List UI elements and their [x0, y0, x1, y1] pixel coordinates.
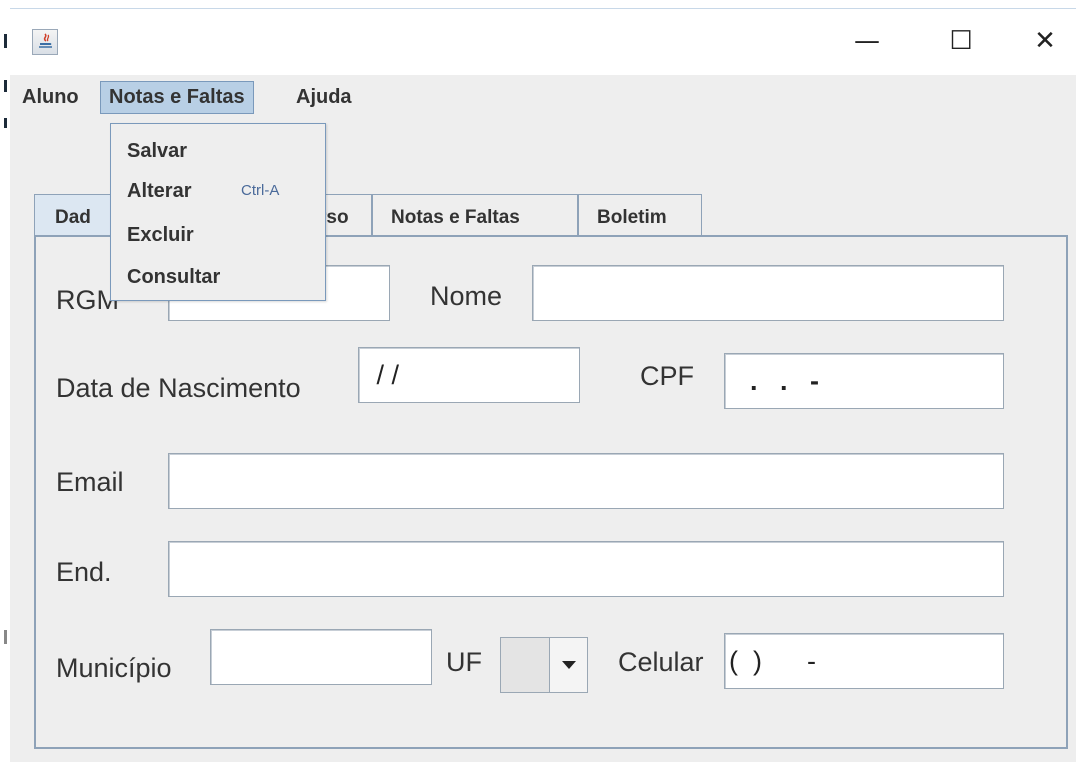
- email-field[interactable]: [168, 453, 1004, 509]
- menu-item-excluir[interactable]: Excluir: [127, 224, 194, 247]
- minimize-button[interactable]: —: [844, 23, 890, 59]
- maximize-button[interactable]: ☐: [938, 23, 984, 59]
- endereco-label: End.: [56, 557, 112, 587]
- alterar-shortcut: Ctrl-A: [241, 182, 280, 199]
- edge-mark: [4, 118, 7, 128]
- edge-mark: [4, 630, 7, 644]
- nome-field[interactable]: [532, 265, 1004, 321]
- menu-ajuda[interactable]: Ajuda: [288, 81, 360, 114]
- form-panel: RGM Nome Data de Nascimento / / CPF . . …: [34, 235, 1068, 749]
- data-nascimento-field[interactable]: / /: [358, 347, 580, 403]
- municipio-label: Município: [56, 653, 172, 683]
- cpf-label: CPF: [640, 361, 694, 391]
- menu-item-consultar[interactable]: Consultar: [127, 266, 220, 289]
- edge-mark: [4, 80, 7, 92]
- menu-notas-e-faltas[interactable]: Notas e Faltas: [100, 81, 254, 114]
- menu-bar: Aluno Notas e Faltas Ajuda: [10, 75, 1076, 118]
- data-nascimento-label: Data de Nascimento: [56, 373, 301, 403]
- title-bar: — ☐ ✕: [10, 9, 1076, 75]
- email-label: Email: [56, 467, 124, 497]
- chevron-down-icon[interactable]: [549, 638, 587, 692]
- menu-item-salvar[interactable]: Salvar: [127, 140, 187, 163]
- uf-label: UF: [446, 647, 482, 677]
- java-app-icon[interactable]: [32, 29, 58, 55]
- uf-select[interactable]: [500, 637, 588, 693]
- municipio-field[interactable]: [210, 629, 432, 685]
- close-button[interactable]: ✕: [1022, 23, 1068, 59]
- endereco-field[interactable]: [168, 541, 1004, 597]
- notas-e-faltas-dropdown: Salvar Alterar Ctrl-A Excluir Consultar: [110, 123, 326, 301]
- celular-field[interactable]: ( ) -: [724, 633, 1004, 689]
- menu-aluno[interactable]: Aluno: [14, 81, 87, 114]
- edge-mark: [4, 34, 7, 48]
- cpf-field[interactable]: . . -: [724, 353, 1004, 409]
- celular-label: Celular: [618, 647, 704, 677]
- app-window: — ☐ ✕ Aluno Notas e Faltas Ajuda Dad rso…: [10, 8, 1076, 762]
- nome-label: Nome: [430, 281, 503, 311]
- menu-item-alterar[interactable]: Alterar: [127, 180, 191, 203]
